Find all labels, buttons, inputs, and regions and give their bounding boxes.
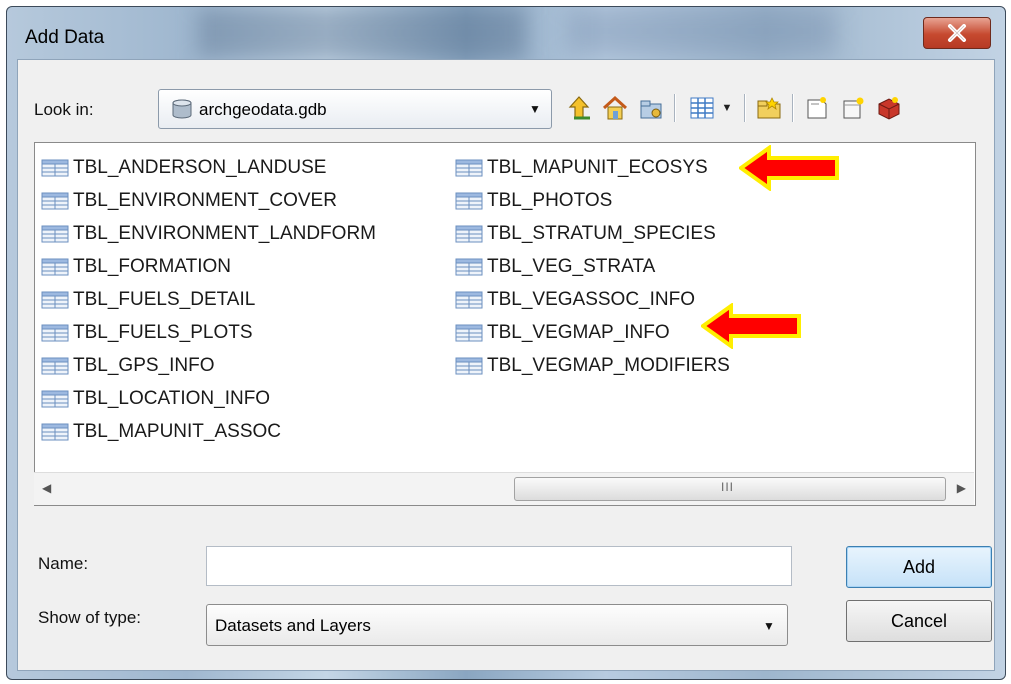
toolbar-separator: [744, 94, 746, 122]
file-name: TBL_LOCATION_INFO: [73, 387, 271, 409]
file-name: TBL_STRATUM_SPECIES: [487, 222, 716, 244]
name-label: Name:: [38, 554, 89, 573]
file-list-column: TBL_ANDERSON_LANDUSE TBL_ENVIRONMENT_COVE…: [41, 151, 376, 448]
table-icon: [41, 324, 69, 341]
close-button[interactable]: [923, 17, 991, 49]
file-list-item[interactable]: TBL_FUELS_DETAIL: [41, 283, 376, 316]
add-button[interactable]: Add: [846, 546, 992, 588]
file-name: TBL_VEGMAP_INFO: [487, 321, 670, 343]
table-icon: [455, 324, 483, 341]
file-list-column: TBL_MAPUNIT_ECOSYS TBL_PHOTOS TBL_STRATUM_…: [455, 151, 730, 382]
file-name: TBL_PHOTOS: [487, 189, 613, 211]
file-name: TBL_VEG_STRATA: [487, 255, 656, 277]
new-file-button[interactable]: [800, 90, 834, 126]
connect-folder-icon: [640, 100, 662, 119]
file-name: TBL_ENVIRONMENT_COVER: [73, 189, 337, 211]
file-list-item[interactable]: TBL_VEGMAP_MODIFIERS: [455, 349, 730, 382]
file-list-item[interactable]: TBL_FUELS_PLOTS: [41, 316, 376, 349]
file-list-item[interactable]: TBL_LOCATION_INFO: [41, 382, 376, 415]
table-icon: [41, 357, 69, 374]
file-list-item[interactable]: TBL_PHOTOS: [455, 184, 730, 217]
file-name: TBL_ENVIRONMENT_LANDFORM: [73, 222, 376, 244]
close-icon: [948, 24, 966, 42]
connect-folder-button[interactable]: [634, 90, 668, 126]
scroll-left-icon[interactable]: ◀: [42, 481, 51, 495]
table-icon: [41, 258, 69, 275]
file-list-item[interactable]: TBL_VEG_STRATA: [455, 250, 730, 283]
table-icon: [455, 192, 483, 209]
look-in-value: archgeodata.gdb: [199, 100, 327, 119]
show-of-type-dropdown[interactable]: Datasets and Layers ▼: [206, 604, 788, 646]
file-list-item[interactable]: TBL_ENVIRONMENT_LANDFORM: [41, 217, 376, 250]
chevron-down-icon: ▼: [529, 102, 541, 116]
toolbox-icon: [878, 97, 900, 120]
file-list-item[interactable]: TBL_FORMATION: [41, 250, 376, 283]
home-button[interactable]: [598, 90, 632, 126]
file-list-item[interactable]: TBL_STRATUM_SPECIES: [455, 217, 730, 250]
file-list-item[interactable]: TBL_MAPUNIT_ASSOC: [41, 415, 376, 448]
file-list-item[interactable]: TBL_VEGMAP_INFO: [455, 316, 730, 349]
file-name: TBL_GPS_INFO: [73, 354, 215, 376]
file-list-item[interactable]: TBL_VEGASSOC_INFO: [455, 283, 730, 316]
chevron-down-icon: ▼: [721, 102, 733, 114]
table-icon: [455, 159, 483, 176]
new-folder-button[interactable]: [752, 90, 786, 126]
toolbar-separator: [792, 94, 794, 122]
file-name: TBL_FUELS_PLOTS: [73, 321, 253, 343]
new-folder-icon: [757, 97, 781, 119]
title-bar[interactable]: Add Data: [7, 7, 1005, 59]
up-one-level-icon: [568, 96, 590, 120]
up-one-level-button[interactable]: [562, 90, 596, 126]
file-list-item[interactable]: TBL_MAPUNIT_ECOSYS: [455, 151, 730, 184]
table-icon: [455, 291, 483, 308]
file-list[interactable]: TBL_ANDERSON_LANDUSE TBL_ENVIRONMENT_COVE…: [34, 142, 976, 506]
geodatabase-icon: [172, 99, 192, 119]
file-name: TBL_MAPUNIT_ECOSYS: [487, 156, 708, 178]
name-input[interactable]: [206, 546, 792, 586]
file-list-item[interactable]: TBL_GPS_INFO: [41, 349, 376, 382]
chevron-down-icon: ▼: [763, 619, 775, 633]
table-icon: [41, 291, 69, 308]
file-list-item[interactable]: TBL_ENVIRONMENT_COVER: [41, 184, 376, 217]
file-list-item[interactable]: TBL_ANDERSON_LANDUSE: [41, 151, 376, 184]
horizontal-scrollbar[interactable]: ◀ III ▶: [34, 472, 974, 505]
table-icon: [41, 423, 69, 440]
toolbox-button[interactable]: [872, 90, 906, 126]
new-shapefile-button[interactable]: [836, 90, 870, 126]
scrollbar-grip: III: [721, 480, 735, 494]
new-shapefile-icon: [843, 97, 864, 119]
new-file-icon: [807, 97, 827, 119]
highlight-arrow-icon: [739, 145, 839, 191]
scroll-right-icon[interactable]: ▶: [957, 481, 966, 495]
toolbar-separator: [674, 94, 676, 122]
file-name: TBL_VEGASSOC_INFO: [487, 288, 696, 310]
show-of-type-value: Datasets and Layers: [215, 616, 371, 635]
table-icon: [455, 258, 483, 275]
home-icon: [602, 95, 628, 120]
table-icon: [41, 390, 69, 407]
file-name: TBL_FORMATION: [73, 255, 231, 277]
view-menu-button[interactable]: ▼: [682, 90, 738, 126]
file-name: TBL_ANDERSON_LANDUSE: [73, 156, 327, 178]
table-icon: [455, 357, 483, 374]
cancel-button[interactable]: Cancel: [846, 600, 992, 642]
table-icon: [455, 225, 483, 242]
file-name: TBL_FUELS_DETAIL: [73, 288, 256, 310]
look-in-label: Look in:: [34, 100, 94, 119]
file-name: TBL_MAPUNIT_ASSOC: [73, 420, 281, 442]
view-list-icon: [690, 97, 714, 119]
show-of-type-label: Show of type:: [38, 608, 142, 627]
table-icon: [41, 192, 69, 209]
look-in-dropdown[interactable]: archgeodata.gdb ▼: [158, 89, 552, 129]
add-data-dialog: Add Data Look in: archgeodata.gdb ▼ ▼ TB…: [6, 6, 1006, 680]
window-title: Add Data: [25, 27, 105, 48]
file-name: TBL_VEGMAP_MODIFIERS: [487, 354, 730, 376]
highlight-arrow-icon: [701, 303, 801, 349]
scrollbar-thumb[interactable]: III: [514, 477, 946, 501]
table-icon: [41, 159, 69, 176]
dialog-body: Look in: archgeodata.gdb ▼ ▼ TBL_ANDERSO…: [17, 59, 995, 671]
table-icon: [41, 225, 69, 242]
